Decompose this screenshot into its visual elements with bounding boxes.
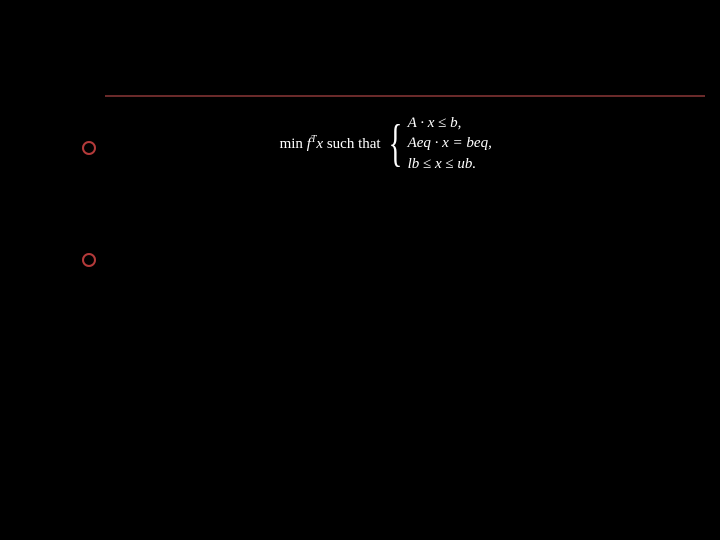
usage-line-3: x = linprog(f,A,b,Aeq,beq,lb,ub) [105,371,705,410]
formula-suchthat: such that [323,136,381,152]
usage-line-1: x = linprog(f,A,b) [105,293,705,332]
constraint-2: Aeq · x = beq, [408,133,492,153]
desc-line-1: f, x, b, be [105,184,705,215]
usage-line-2: x = linprog(f,A,b,Aeq,beq) [105,332,705,371]
formula-constraints: A · x ≤ b, Aeq · x = beq, lb ≤ x ≤ ub. [408,113,492,174]
formula-box: min fTx such that { A · x ≤ b, Aeq · x =… [276,109,498,180]
usage-block: x = linprog(f,A,b) x = linprog(f,A,b,Aeq… [105,293,705,449]
slide: Lineáris programozási feladatok megoldás… [105,12,705,449]
formula-min: min [280,136,307,152]
constraint-3: lb ≤ x ≤ ub. [408,154,492,174]
modell-label: Modell: [105,123,186,152]
desc-line-2: A, Aeq mátrixok. [105,215,705,246]
bullet-icon [82,253,96,267]
modell-row: Modell: min fTx such that { A · x ≤ b, A… [105,123,705,180]
usage-line-4: [x,fval] = linprog(...) [105,410,705,449]
megoldas-label: Megoldás: [105,256,705,285]
brace-icon: { [388,127,402,161]
slide-title: Lineáris programozási feladatok megoldás… [105,12,705,97]
description-block: f, x, b, be A, Aeq mátrixok. [105,184,705,246]
constraint-1: A · x ≤ b, [408,113,492,133]
bullet-icon [82,141,96,155]
formula-objective: min fTx such that [280,133,381,154]
